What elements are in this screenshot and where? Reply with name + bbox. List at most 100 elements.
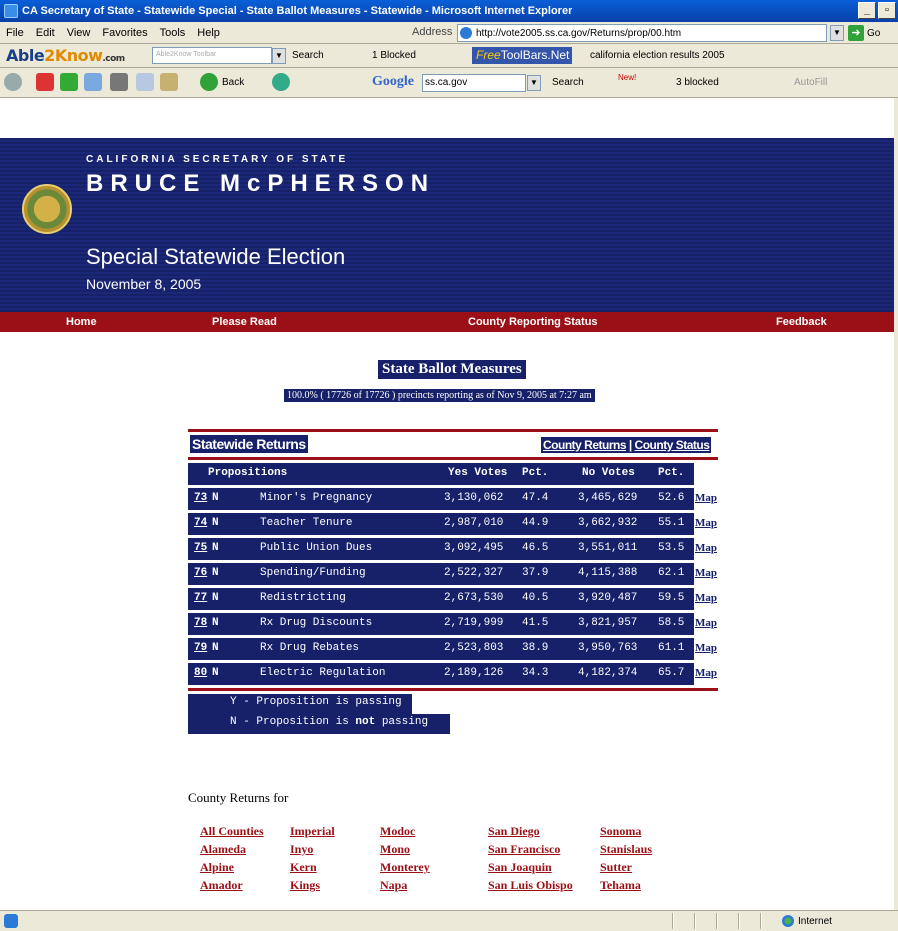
google-logo[interactable]: Google	[372, 74, 414, 90]
popups-blocked[interactable]: 3 blocked	[676, 77, 719, 88]
proposition-number-link[interactable]: 80	[194, 667, 207, 679]
proposition-name: Minor's Pregnancy	[260, 492, 373, 504]
no-pct: 52.6	[658, 492, 685, 504]
back-icon[interactable]	[200, 73, 218, 91]
map-link[interactable]: Map	[694, 642, 718, 654]
toolbarsnet-logo[interactable]: FreeToolBars.Net	[472, 47, 572, 64]
nav-please-read[interactable]: Please Read	[212, 316, 277, 328]
refresh-icon[interactable]	[60, 73, 78, 91]
scrollbar[interactable]	[894, 98, 898, 910]
county-link[interactable]: Alpine	[200, 858, 264, 876]
proposition-number-link[interactable]: 75	[194, 542, 207, 554]
proposition-number-link[interactable]: 77	[194, 592, 207, 604]
page-icon	[460, 27, 472, 39]
menu-edit[interactable]: Edit	[30, 27, 61, 39]
map-link[interactable]: Map	[694, 492, 718, 504]
menu-help[interactable]: Help	[191, 27, 226, 39]
county-link[interactable]: Alameda	[200, 840, 264, 858]
menu-view[interactable]: View	[61, 27, 97, 39]
no-votes: 4,182,374	[578, 667, 638, 679]
county-link[interactable]: Amador	[200, 876, 264, 894]
popup-blocked-count[interactable]: 1 Blocked	[372, 50, 416, 61]
cut-icon[interactable]	[110, 73, 128, 91]
proposition-status: N	[212, 617, 219, 629]
county-link[interactable]: Sonoma	[600, 822, 652, 840]
county-link[interactable]: San Francisco	[488, 840, 573, 858]
table-row: 76 N Spending/Funding 2,522,327 37.9 4,115,38…	[188, 563, 718, 585]
county-link[interactable]: Monterey	[380, 858, 430, 876]
county-link[interactable]: Tehama	[600, 876, 652, 894]
maximize-button[interactable]: ▫	[878, 2, 896, 19]
table-header: Propositions Yes Votes Pct. No Votes Pct…	[188, 463, 694, 485]
state-seal-icon	[22, 184, 72, 234]
county-link[interactable]: Mono	[380, 840, 430, 858]
county-status-link[interactable]: County Status	[635, 438, 710, 452]
proposition-number-link[interactable]: 74	[194, 517, 207, 529]
county-link[interactable]: Napa	[380, 876, 430, 894]
yes-votes: 3,130,062	[444, 492, 504, 504]
proposition-name: Electric Regulation	[260, 667, 386, 679]
county-link[interactable]: Sutter	[600, 858, 652, 876]
google-search-button[interactable]: Search	[552, 77, 584, 88]
google-search-input[interactable]: ss.ca.gov	[422, 74, 526, 92]
menu-favorites[interactable]: Favorites	[96, 27, 153, 39]
county-link[interactable]: All Counties	[200, 822, 264, 840]
county-link[interactable]: San Luis Obispo	[488, 876, 573, 894]
paste-icon[interactable]	[160, 73, 178, 91]
proposition-number-link[interactable]: 79	[194, 642, 207, 654]
minimize-button[interactable]: _	[858, 2, 876, 19]
county-returns-link[interactable]: County Returns	[543, 438, 627, 452]
county-link[interactable]: Imperial	[290, 822, 335, 840]
county-link[interactable]: Modoc	[380, 822, 430, 840]
stop-icon[interactable]	[36, 73, 54, 91]
address-label: Address	[412, 26, 453, 38]
county-link[interactable]: Kings	[290, 876, 335, 894]
map-link[interactable]: Map	[694, 592, 718, 604]
nav-home[interactable]: Home	[66, 316, 97, 328]
map-link[interactable]: Map	[694, 667, 718, 679]
home-icon[interactable]	[84, 73, 102, 91]
proposition-name: Public Union Dues	[260, 542, 373, 554]
forward-icon[interactable]	[4, 73, 22, 91]
address-input[interactable]: http://vote2005.ss.ca.gov/Returns/prop/0…	[457, 24, 827, 42]
county-link[interactable]: San Diego	[488, 822, 573, 840]
map-link[interactable]: Map	[694, 567, 718, 579]
county-link[interactable]: San Joaquin	[488, 858, 573, 876]
google-dropdown-icon[interactable]: ▼	[527, 75, 541, 91]
able2know-dropdown-icon[interactable]: ▼	[272, 48, 286, 64]
map-link[interactable]: Map	[694, 517, 718, 529]
window-title: CA Secretary of State - Statewide Specia…	[22, 5, 573, 17]
address-dropdown-icon[interactable]: ▼	[830, 25, 844, 41]
search-terms[interactable]: california election results 2005	[590, 50, 725, 61]
county-link[interactable]: Kern	[290, 858, 335, 876]
history-icon[interactable]	[272, 73, 290, 91]
able2know-search-input[interactable]: Able2Know Toolbar	[152, 47, 272, 64]
proposition-number-link[interactable]: 73	[194, 492, 207, 504]
col-no-votes: No Votes	[582, 467, 635, 479]
divider	[188, 429, 718, 432]
county-link[interactable]: Stanislaus	[600, 840, 652, 858]
able2know-logo[interactable]: Able2Know.com	[6, 46, 125, 65]
county-link[interactable]: Inyo	[290, 840, 335, 858]
able2know-toolbar: Able2Know.com Able2Know Toolbar ▼ Search…	[0, 44, 898, 68]
no-pct: 53.5	[658, 542, 685, 554]
menu-tools[interactable]: Tools	[154, 27, 192, 39]
divider	[188, 688, 718, 691]
autofill-button[interactable]: AutoFill	[794, 77, 827, 88]
map-link[interactable]: Map	[694, 542, 718, 554]
no-pct: 55.1	[658, 517, 685, 529]
menu-file[interactable]: File	[0, 27, 30, 39]
copy-icon[interactable]	[136, 73, 154, 91]
yes-votes: 2,987,010	[444, 517, 504, 529]
proposition-number-link[interactable]: 78	[194, 617, 207, 629]
able2know-search-button[interactable]: Search	[292, 50, 324, 61]
proposition-number-link[interactable]: 76	[194, 567, 207, 579]
nav-feedback[interactable]: Feedback	[776, 316, 827, 328]
back-button[interactable]: Back	[222, 77, 244, 88]
go-button[interactable]: ➜ Go	[848, 25, 880, 41]
map-link[interactable]: Map	[694, 617, 718, 629]
browser-content: CALIFORNIA SECRETARY OF STATE BRUCE McPH…	[0, 98, 898, 910]
nav-county-reporting-status[interactable]: County Reporting Status	[468, 316, 598, 328]
yes-votes: 3,092,495	[444, 542, 504, 554]
county-column: All Counties Alameda Alpine Amador	[200, 822, 264, 894]
